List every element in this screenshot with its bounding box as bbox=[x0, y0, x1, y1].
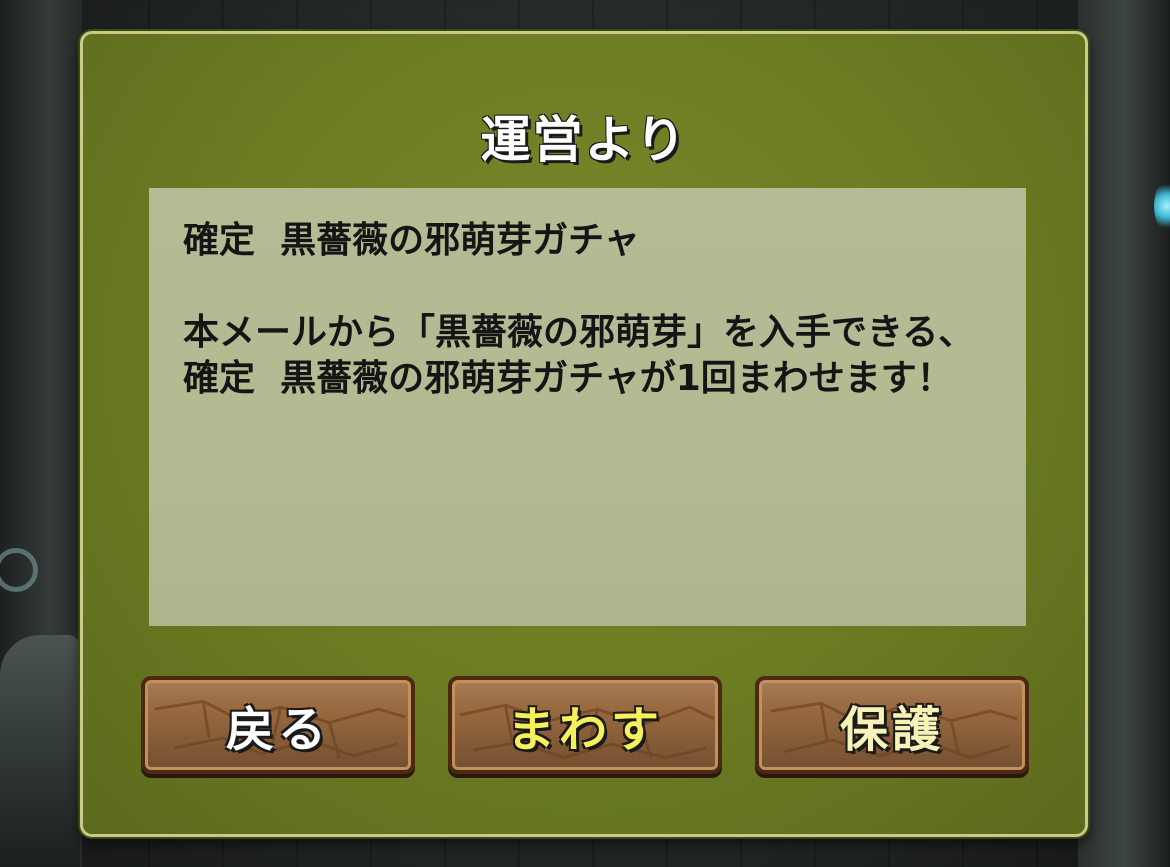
right-stone-pillar bbox=[1078, 0, 1170, 867]
back-button-label: 戻る bbox=[225, 702, 330, 758]
spin-button[interactable]: まわす bbox=[448, 676, 722, 774]
message-subject: 確定 黒薔薇の邪萌芽ガチャ bbox=[183, 220, 640, 261]
dialog-title: 運営より bbox=[480, 111, 688, 169]
message-body: 本メールから「黒薔薇の邪萌芽」を入手できる、確定 黒薔薇の邪萌芽ガチャが1回まわ… bbox=[183, 312, 975, 399]
game-screen: 運営より 確定 黒薔薇の邪萌芽ガチャ 本メールから「黒薔薇の邪萌芽」を入手できる… bbox=[0, 0, 1170, 867]
stone-barrel bbox=[0, 635, 80, 867]
protect-button-label: 保護 bbox=[839, 702, 944, 758]
protect-button[interactable]: 保護 bbox=[755, 676, 1029, 774]
back-button[interactable]: 戻る bbox=[141, 676, 415, 774]
message-panel: 確定 黒薔薇の邪萌芽ガチャ 本メールから「黒薔薇の邪萌芽」を入手できる、確定 黒… bbox=[149, 188, 1026, 626]
mail-dialog: 運営より 確定 黒薔薇の邪萌芽ガチャ 本メールから「黒薔薇の邪萌芽」を入手できる… bbox=[80, 31, 1088, 837]
spin-button-label: まわす bbox=[506, 702, 663, 758]
